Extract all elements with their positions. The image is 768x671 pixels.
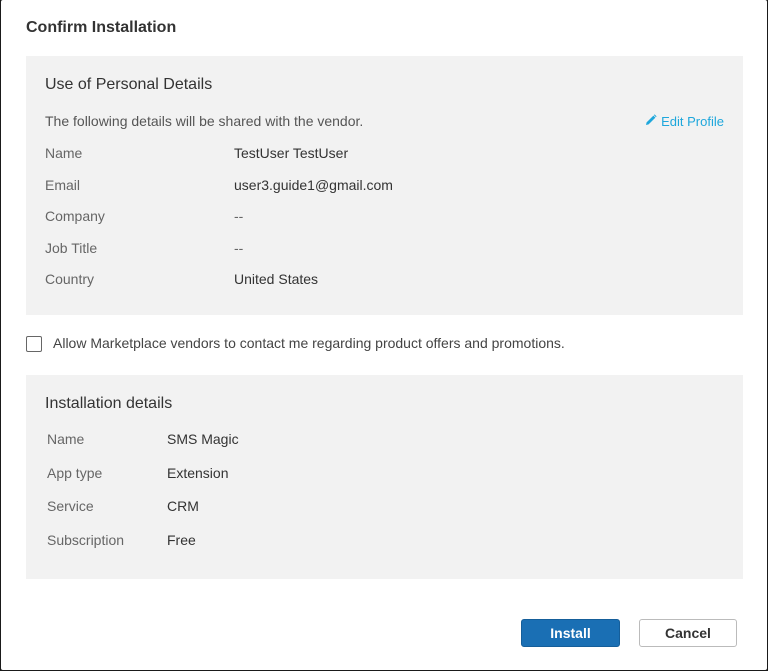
country-label: Country (45, 271, 95, 287)
service-value: CRM (167, 498, 199, 514)
install-button[interactable]: Install (521, 619, 620, 647)
edit-profile-link[interactable]: Edit Profile (645, 114, 724, 129)
email-value: user3.guide1@gmail.com (234, 177, 393, 193)
consent-row: Allow Marketplace vendors to contact me … (26, 334, 565, 352)
consent-label[interactable]: Allow Marketplace vendors to contact me … (53, 335, 565, 351)
dialog-title: Confirm Installation (26, 19, 177, 36)
installation-details-panel: Installation details Name SMS Magic App … (26, 375, 743, 579)
company-value: -- (234, 208, 244, 224)
country-value: United States (234, 271, 319, 287)
personal-details-heading: Use of Personal Details (45, 76, 213, 93)
installation-details-heading: Installation details (45, 395, 173, 412)
job-title-label: Job Title (45, 240, 98, 256)
edit-profile-label: Edit Profile (661, 114, 724, 129)
confirm-installation-dialog: Confirm Installation Use of Personal Det… (1, 0, 767, 670)
pencil-icon (645, 114, 657, 129)
personal-details-intro: The following details will be shared wit… (45, 113, 364, 129)
service-label: Service (47, 498, 94, 514)
name-label: Name (45, 145, 83, 161)
subscription-value: Free (167, 532, 196, 548)
app-type-value: Extension (167, 465, 229, 481)
email-label: Email (45, 177, 81, 193)
app-name-label: Name (47, 431, 85, 447)
subscription-label: Subscription (47, 532, 125, 548)
consent-checkbox[interactable] (26, 336, 42, 352)
app-name-value: SMS Magic (167, 431, 239, 447)
job-title-value: -- (234, 240, 244, 256)
cancel-button[interactable]: Cancel (639, 619, 737, 647)
personal-details-panel: Use of Personal Details The following de… (26, 56, 743, 315)
company-label: Company (45, 208, 105, 224)
app-type-label: App type (47, 465, 103, 481)
name-value: TestUser TestUser (234, 145, 349, 161)
